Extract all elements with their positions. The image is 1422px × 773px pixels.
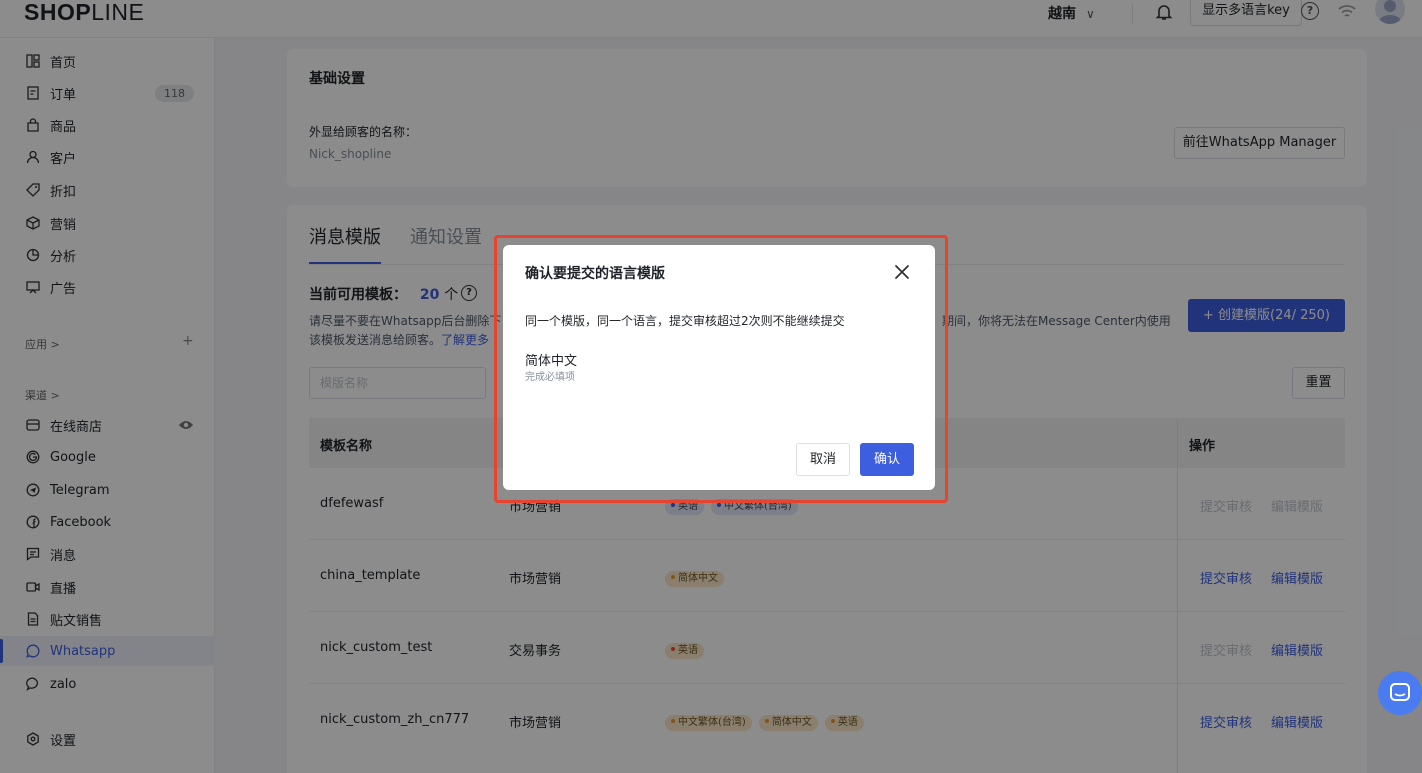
modal-message: 同一个模版，同一个语言，提交审核超过2次则不能继续提交 xyxy=(525,314,845,328)
required-hint: 完成必填项 xyxy=(525,372,575,383)
confirm-button[interactable]: 确认 xyxy=(860,443,914,476)
modal-title: 确认要提交的语言模版 xyxy=(525,266,665,282)
confirm-language-modal: 确认要提交的语言模版 同一个模版，同一个语言，提交审核超过2次则不能继续提交 简… xyxy=(503,245,935,490)
chat-support-button[interactable] xyxy=(1378,671,1422,715)
language-option[interactable]: 简体中文 xyxy=(525,350,577,369)
cancel-button[interactable]: 取消 xyxy=(796,443,850,476)
chat-icon xyxy=(1390,683,1410,701)
close-icon[interactable] xyxy=(893,263,911,281)
